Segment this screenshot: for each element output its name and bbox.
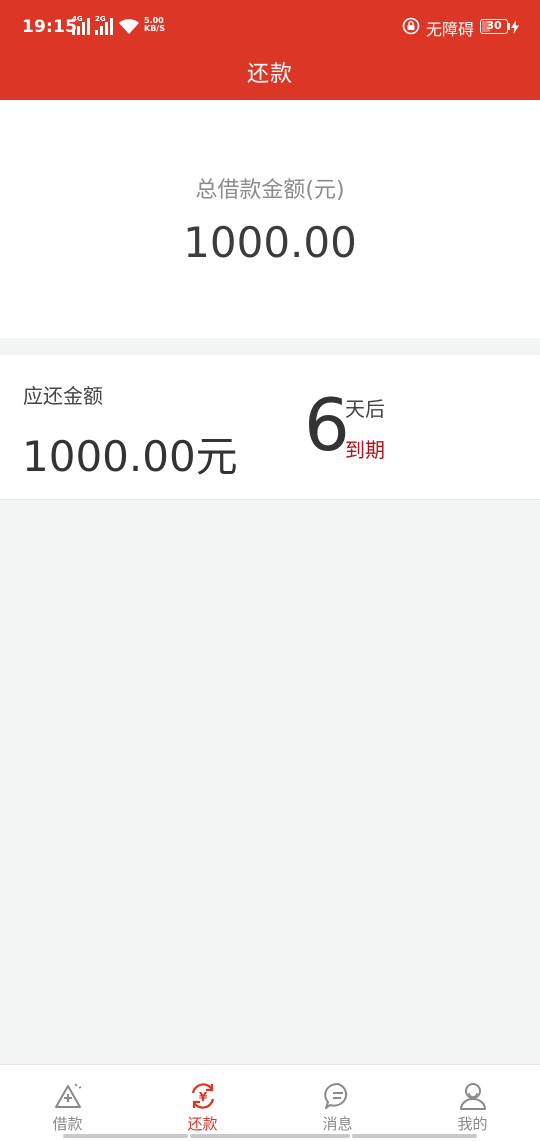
app-header: 19:15 4G 2G 5.00 KB/S 无障碍 30 还款 (0, 0, 540, 100)
repayment-due-card[interactable]: 应还金额 1000.00元 6 天后 到期 (0, 355, 540, 500)
wifi-icon (119, 19, 139, 34)
home-indicator (190, 1134, 350, 1138)
tab-profile[interactable]: 我的 (405, 1065, 540, 1141)
page-title: 还款 (246, 62, 293, 87)
days-remaining-suffix: 天后 (345, 397, 385, 421)
due-status: 到期 (345, 438, 385, 462)
tab-message-label: 消息 (322, 1115, 353, 1133)
days-remaining-number: 6 (304, 383, 350, 467)
home-indicator (63, 1134, 188, 1138)
network-speed: 5.00 KB/S (144, 17, 170, 33)
amount-due-label: 应还金额 (23, 384, 103, 408)
tab-repay[interactable]: ¥ 还款 (135, 1065, 270, 1141)
network-speed-unit: KB/S (144, 24, 165, 33)
loan-summary-card: 总借款金额(元) 1000.00 (0, 100, 540, 338)
rotation-lock-icon (402, 17, 420, 35)
svg-text:¥: ¥ (199, 1090, 208, 1104)
status-bar: 19:15 4G 2G 5.00 KB/S 无障碍 30 (0, 0, 540, 54)
battery-level: 30 (486, 19, 502, 32)
tab-loan[interactable]: 借款 (0, 1065, 135, 1141)
tab-message[interactable]: 消息 (270, 1065, 405, 1141)
accessibility-status: 无障碍 (426, 20, 475, 39)
battery-icon: 30 (480, 19, 508, 34)
total-loan-amount: 1000.00 (183, 218, 357, 267)
amount-due-value: 1000.00元 (22, 432, 238, 481)
repay-icon: ¥ (191, 1083, 215, 1109)
charging-bolt-icon (511, 20, 519, 34)
home-indicator (352, 1134, 477, 1138)
profile-icon (460, 1083, 486, 1110)
tab-loan-label: 借款 (52, 1115, 83, 1133)
signal-strength-icon: 2G (95, 15, 115, 35)
status-time: 19:15 (22, 17, 78, 37)
total-loan-label: 总借款金额(元) (195, 178, 345, 203)
bottom-tab-bar: 借款 ¥ 还款 消息 我的 (0, 1064, 540, 1141)
message-icon (324, 1082, 348, 1109)
signal-strength-icon: 4G (72, 15, 92, 35)
tab-repay-label: 还款 (187, 1115, 218, 1133)
battery-cap (508, 23, 510, 30)
tab-profile-label: 我的 (457, 1115, 488, 1133)
loan-icon (55, 1083, 82, 1108)
